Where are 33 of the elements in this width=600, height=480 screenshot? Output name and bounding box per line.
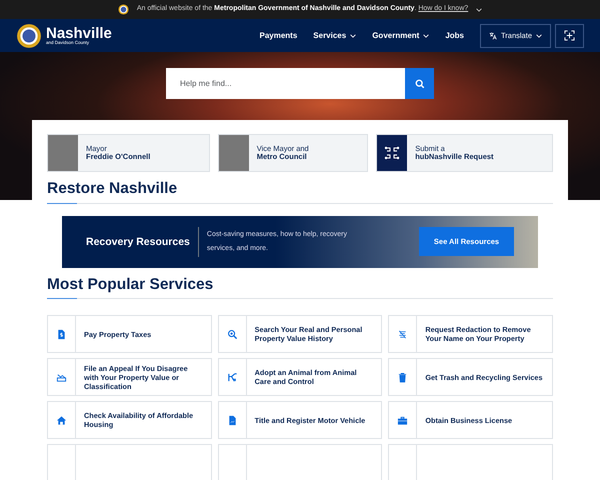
grid-icon: [564, 30, 575, 42]
section-heading: Restore Nashville: [47, 180, 178, 199]
search-button[interactable]: [405, 68, 434, 99]
house-icon: [56, 414, 67, 426]
chevron-icon: [350, 34, 356, 38]
search-icon: [414, 78, 425, 88]
portrait-placeholder: [218, 135, 249, 171]
nav-link[interactable]: Payments: [259, 30, 298, 42]
nav-link[interactable]: Services: [313, 30, 356, 42]
qr-menu-button[interactable]: [555, 24, 584, 48]
nav-link[interactable]: Jobs: [445, 30, 464, 42]
nav-link[interactable]: Government: [372, 30, 430, 42]
briefcase-icon: [397, 414, 408, 426]
chevron-icon: [423, 34, 430, 38]
cut-off-service-card[interactable]: [388, 444, 553, 480]
seal-icon: [118, 4, 129, 15]
trash-can-icon: [397, 372, 408, 383]
dollar-document-icon: [56, 328, 67, 340]
magnifier-icon: [226, 328, 238, 340]
document-icon: [226, 414, 238, 426]
crossed-lines-icon: [397, 328, 408, 340]
seal-icon: [16, 22, 42, 48]
search-field[interactable]: Help me find...: [166, 68, 406, 99]
recovery-title: Recovery Resources: [86, 226, 199, 257]
expand-chevron-icon: [476, 8, 482, 12]
portrait-placeholder: [48, 135, 78, 171]
logo-title[interactable]: Nashville: [46, 26, 112, 41]
section-heading: Most Popular Services: [47, 276, 214, 295]
caret-icon: [536, 34, 542, 38]
translate-icon: [489, 32, 497, 40]
circuit-icon: [384, 145, 400, 161]
cut-off-service-card[interactable]: [47, 444, 212, 480]
cut-off-service-card[interactable]: [218, 444, 382, 480]
